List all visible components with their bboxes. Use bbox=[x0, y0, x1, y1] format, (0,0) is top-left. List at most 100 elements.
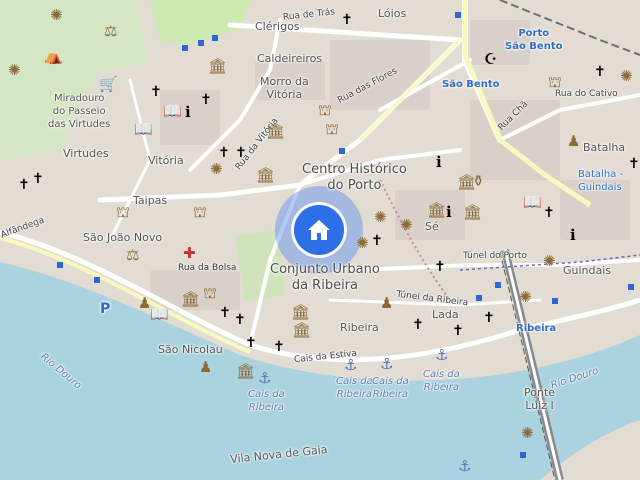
anchor-icon[interactable]: ⚓ bbox=[258, 371, 271, 386]
label-ribeira: Ribeira bbox=[340, 321, 379, 334]
bus-stop-icon[interactable] bbox=[198, 40, 204, 46]
bus-stop-icon[interactable] bbox=[455, 12, 461, 18]
label-vitoria: Vitória bbox=[148, 154, 184, 167]
church-icon[interactable]: ✝ bbox=[594, 65, 606, 80]
information-icon[interactable]: ℹ bbox=[185, 105, 191, 120]
label-porto-sao-bento[interactable]: Porto São Bento bbox=[505, 27, 562, 53]
courthouse-icon[interactable]: ⚖ bbox=[126, 248, 139, 263]
street-rua-cativo: Rua do Cativo bbox=[555, 89, 618, 99]
castle-icon[interactable]: ⛫ bbox=[325, 122, 339, 137]
shopping-cart-icon[interactable]: 🛒 bbox=[99, 77, 118, 92]
courthouse-icon[interactable]: ⚖ bbox=[104, 24, 117, 39]
church-icon[interactable]: ✝ bbox=[235, 146, 247, 161]
anchor-icon[interactable]: ⚓ bbox=[380, 357, 393, 372]
castle-icon[interactable]: ⛫ bbox=[548, 75, 562, 90]
home-marker[interactable] bbox=[294, 205, 344, 255]
viewpoint-icon[interactable]: ✺ bbox=[400, 218, 413, 233]
statue-icon[interactable]: ♟ bbox=[567, 134, 580, 149]
label-taipas: Taipas bbox=[133, 194, 168, 207]
library-icon[interactable]: 📖 bbox=[163, 104, 182, 119]
bus-stop-icon[interactable] bbox=[628, 284, 634, 290]
castle-icon[interactable]: ⛫ bbox=[318, 103, 332, 118]
church-icon[interactable]: ✝ bbox=[452, 324, 464, 339]
church-icon[interactable]: ✝ bbox=[341, 13, 353, 28]
library-icon[interactable]: 📖 bbox=[150, 307, 169, 322]
museum-icon[interactable]: 🏛 bbox=[463, 205, 482, 220]
church-icon[interactable]: ✝ bbox=[219, 306, 231, 321]
label-sao-bento[interactable]: São Bento bbox=[442, 78, 499, 91]
church-icon[interactable]: ✝ bbox=[218, 146, 230, 161]
bus-stop-icon[interactable] bbox=[552, 298, 558, 304]
label-sao-nicolau: São Nicolau bbox=[158, 343, 223, 356]
church-icon[interactable]: ✝ bbox=[483, 311, 495, 326]
castle-icon[interactable]: ⛫ bbox=[116, 205, 130, 220]
water-cais-ribeira-3: Cais da Ribeira bbox=[372, 376, 409, 400]
church-icon[interactable]: ✝ bbox=[371, 234, 383, 249]
statue-icon[interactable]: ♟ bbox=[380, 296, 393, 311]
label-morro-vitoria: Morro da Vitória bbox=[260, 75, 309, 101]
church-icon[interactable]: ✝ bbox=[543, 206, 555, 221]
museum-icon[interactable]: 🏛 bbox=[292, 323, 311, 338]
church-icon[interactable]: ✝ bbox=[245, 336, 257, 351]
church-icon[interactable]: ✝ bbox=[234, 313, 246, 328]
church-icon[interactable]: ✝ bbox=[200, 93, 212, 108]
water-cais-ribeira-1: Cais da Ribeira bbox=[248, 389, 285, 413]
church-icon[interactable]: ✝ bbox=[273, 340, 285, 355]
viewpoint-icon[interactable]: ✺ bbox=[374, 210, 387, 225]
museum-icon[interactable]: 🏛 bbox=[208, 59, 227, 74]
museum-icon[interactable]: 🏛 bbox=[291, 305, 310, 320]
church-icon[interactable]: ✝ bbox=[628, 157, 640, 172]
bus-stop-icon[interactable] bbox=[212, 35, 218, 41]
statue-icon[interactable]: ♟ bbox=[138, 296, 151, 311]
anchor-icon[interactable]: ⚓ bbox=[458, 459, 471, 474]
information-icon[interactable]: ℹ bbox=[570, 228, 576, 243]
bus-stop-icon[interactable] bbox=[520, 452, 526, 458]
parking-icon[interactable]: P bbox=[100, 302, 110, 316]
bus-stop-icon[interactable] bbox=[57, 262, 63, 268]
viewpoint-icon[interactable]: ✺ bbox=[50, 8, 63, 23]
museum-icon[interactable]: 🏛 bbox=[181, 292, 200, 307]
water-cais-ribeira-4: Cais da Ribeira bbox=[423, 369, 460, 393]
information-icon[interactable]: ℹ bbox=[446, 205, 452, 220]
viewpoint-icon[interactable]: ✺ bbox=[543, 254, 556, 269]
church-icon[interactable]: ✝ bbox=[412, 318, 424, 333]
label-batalha-guindais: Batalha - Guindais bbox=[578, 169, 624, 193]
hospital-icon[interactable]: ✚ bbox=[183, 246, 196, 261]
museum-icon[interactable]: 🏛 bbox=[427, 203, 446, 218]
mosque-icon[interactable]: ☪ bbox=[484, 52, 497, 67]
museum-icon[interactable]: 🏛 bbox=[236, 364, 255, 379]
church-icon[interactable]: ✝ bbox=[32, 172, 44, 187]
castle-icon[interactable]: ⛫ bbox=[203, 286, 217, 301]
viewpoint-icon[interactable]: ✺ bbox=[519, 290, 532, 305]
monument-icon[interactable]: ⚱ bbox=[472, 174, 485, 189]
bus-stop-icon[interactable] bbox=[495, 282, 501, 288]
label-guindais: Guindais bbox=[563, 264, 612, 277]
bus-stop-icon[interactable] bbox=[476, 295, 482, 301]
anchor-icon[interactable]: ⚓ bbox=[344, 358, 357, 373]
church-icon[interactable]: ✝ bbox=[434, 260, 446, 275]
castle-icon[interactable]: ⛫ bbox=[193, 205, 207, 220]
label-batalha: Batalha bbox=[583, 141, 626, 154]
label-ribeira-metro[interactable]: Ribeira bbox=[516, 322, 556, 335]
statue-icon[interactable]: ♟ bbox=[199, 360, 212, 375]
library-icon[interactable]: 📖 bbox=[523, 195, 542, 210]
viewpoint-icon[interactable]: ✺ bbox=[521, 426, 534, 441]
playground-icon[interactable]: ⛺ bbox=[44, 49, 63, 64]
bus-stop-icon[interactable] bbox=[339, 148, 345, 154]
viewpoint-icon[interactable]: ✺ bbox=[356, 236, 369, 251]
label-sao-joao-novo: São João Novo bbox=[83, 231, 163, 244]
church-icon[interactable]: ✝ bbox=[18, 178, 30, 193]
viewpoint-icon[interactable]: ✺ bbox=[8, 63, 21, 78]
viewpoint-icon[interactable]: ✺ bbox=[620, 69, 633, 84]
anchor-icon[interactable]: ⚓ bbox=[435, 348, 448, 363]
library-icon[interactable]: 📖 bbox=[134, 122, 153, 137]
viewpoint-icon[interactable]: ✺ bbox=[210, 162, 223, 177]
bus-stop-icon[interactable] bbox=[94, 277, 100, 283]
museum-icon[interactable]: 🏛 bbox=[256, 168, 275, 183]
bus-stop-icon[interactable] bbox=[182, 45, 188, 51]
information-icon[interactable]: ℹ bbox=[436, 155, 442, 170]
church-icon[interactable]: ✝ bbox=[150, 85, 162, 100]
museum-icon[interactable]: 🏛 bbox=[266, 124, 285, 139]
label-rua-bolsa: Rua da Bolsa bbox=[178, 263, 237, 273]
label-loios: Lóios bbox=[378, 7, 407, 20]
